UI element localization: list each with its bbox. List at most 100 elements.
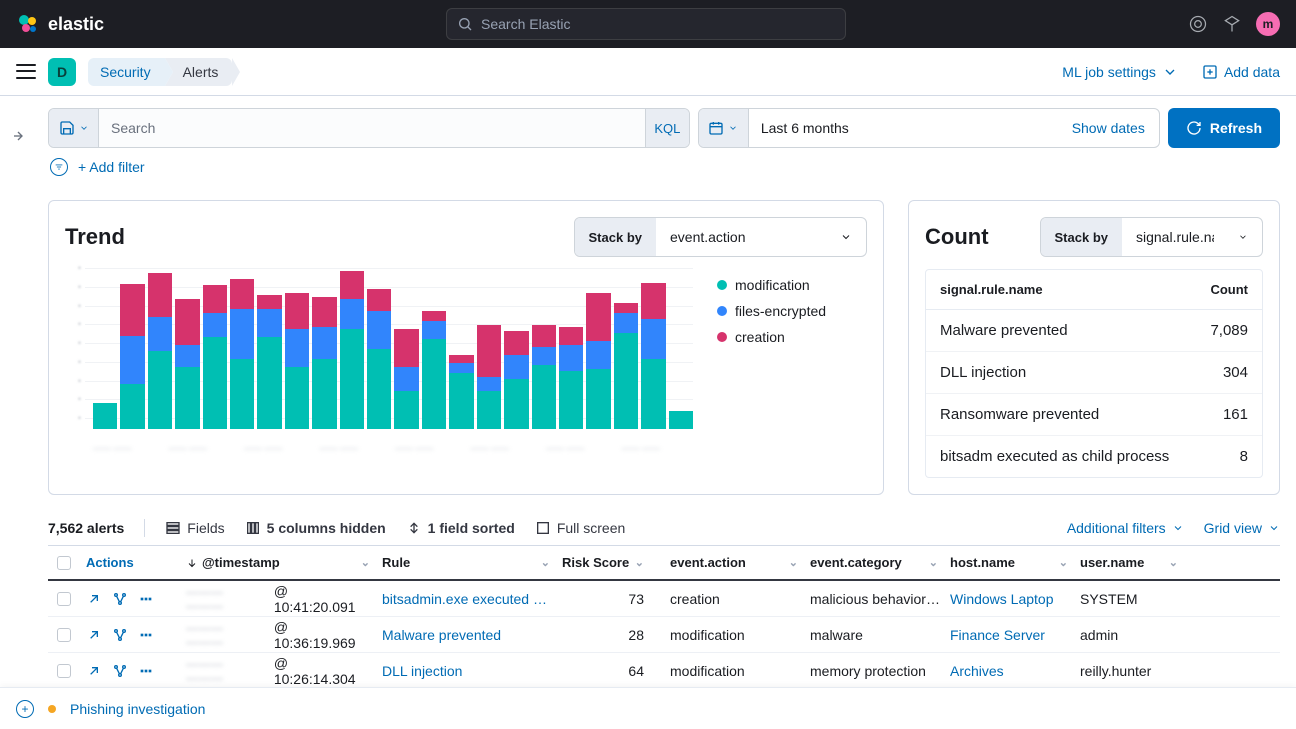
- more-actions-icon[interactable]: [138, 663, 154, 679]
- date-range-picker[interactable]: Last 6 months Show dates: [698, 108, 1160, 148]
- fields-button[interactable]: Fields: [165, 520, 224, 536]
- grid-view-button[interactable]: Grid view: [1204, 520, 1280, 536]
- analyze-icon[interactable]: [112, 591, 128, 607]
- col-event-category[interactable]: event.category⌄: [804, 555, 944, 570]
- expand-icon[interactable]: [86, 627, 102, 643]
- count-row[interactable]: Ransomware prevented161: [926, 393, 1262, 435]
- col-rule[interactable]: Rule⌄: [376, 555, 556, 570]
- trend-stackby-select[interactable]: Stack by event.action: [574, 217, 867, 257]
- field-sorted-button[interactable]: 1 field sorted: [406, 520, 515, 536]
- additional-filters-button[interactable]: Additional filters: [1067, 520, 1184, 536]
- count-row[interactable]: DLL injection304: [926, 351, 1262, 393]
- cell-rule[interactable]: bitsadmin.exe executed as …: [376, 591, 556, 607]
- analyze-icon[interactable]: [112, 627, 128, 643]
- col-timestamp[interactable]: @timestamp⌄: [180, 555, 376, 570]
- col-event-action[interactable]: event.action⌄: [664, 555, 804, 570]
- full-screen-button[interactable]: Full screen: [535, 520, 625, 536]
- cell-rule[interactable]: Malware prevented: [376, 627, 556, 643]
- cell-timestamp: ——— ——— @ 10:36:19.969: [180, 619, 376, 651]
- col-risk[interactable]: Risk Score⌄: [556, 555, 664, 570]
- select-all-checkbox[interactable]: [48, 556, 80, 570]
- alert-row: ——— ——— @ 10:26:14.304 DLL injection 64 …: [48, 653, 1280, 689]
- breadcrumb-alerts[interactable]: Alerts: [165, 58, 233, 86]
- count-stackby-select[interactable]: Stack by signal.rule.nam: [1040, 217, 1263, 257]
- global-search-input[interactable]: Search Elastic: [446, 8, 846, 40]
- legend-modification[interactable]: modification: [717, 277, 867, 293]
- saved-query-button[interactable]: [49, 109, 99, 147]
- date-range-text[interactable]: Last 6 months: [749, 109, 1058, 147]
- trend-bar[interactable]: [148, 273, 172, 429]
- trend-bar[interactable]: [641, 283, 665, 429]
- dot-icon: [717, 280, 727, 290]
- add-timeline-icon[interactable]: +: [16, 700, 34, 718]
- trend-bar[interactable]: [504, 331, 528, 429]
- query-language-button[interactable]: KQL: [645, 109, 689, 147]
- investigation-link[interactable]: Phishing investigation: [70, 701, 205, 717]
- expand-icon[interactable]: [86, 663, 102, 679]
- count-row[interactable]: Malware prevented7,089: [926, 310, 1262, 351]
- count-table: signal.rule.name Count Malware prevented…: [925, 269, 1263, 478]
- cell-host[interactable]: Windows Laptop: [944, 591, 1074, 607]
- trend-bar[interactable]: [340, 271, 364, 429]
- user-avatar[interactable]: m: [1256, 12, 1280, 36]
- query-input[interactable]: Search: [99, 109, 645, 147]
- trend-bar[interactable]: [257, 295, 281, 429]
- more-actions-icon[interactable]: [138, 591, 154, 607]
- trend-bar[interactable]: [203, 285, 227, 429]
- trend-bar[interactable]: [477, 325, 501, 429]
- col-host-name[interactable]: host.name⌄: [944, 555, 1074, 570]
- count-header-count[interactable]: Count: [1188, 282, 1248, 297]
- cell-host[interactable]: Archives: [944, 663, 1074, 679]
- show-dates-button[interactable]: Show dates: [1058, 109, 1159, 147]
- refresh-button[interactable]: Refresh: [1168, 108, 1280, 148]
- row-checkbox[interactable]: [48, 628, 80, 642]
- trend-bar[interactable]: [312, 297, 336, 429]
- count-header-name[interactable]: signal.rule.name: [940, 282, 1188, 297]
- trend-bar[interactable]: [586, 293, 610, 429]
- expand-icon[interactable]: [86, 591, 102, 607]
- elastic-logo[interactable]: elastic: [16, 12, 104, 36]
- trend-bar[interactable]: [532, 325, 556, 429]
- ml-job-settings-button[interactable]: ML job settings: [1062, 64, 1178, 80]
- chevron-down-icon: [1172, 522, 1184, 534]
- row-checkbox[interactable]: [48, 592, 80, 606]
- cell-rule[interactable]: DLL injection: [376, 663, 556, 679]
- count-row-name: bitsadm executed as child process: [940, 448, 1188, 465]
- col-user-name[interactable]: user.name⌄: [1074, 555, 1184, 570]
- trend-bar[interactable]: [559, 327, 583, 429]
- trend-bar[interactable]: [285, 293, 309, 429]
- cell-host[interactable]: Finance Server: [944, 627, 1074, 643]
- trend-bar[interactable]: [120, 284, 144, 429]
- legend-files-encrypted[interactable]: files-encrypted: [717, 303, 867, 319]
- legend-creation[interactable]: creation: [717, 329, 867, 345]
- add-filter-button[interactable]: + Add filter: [78, 159, 145, 175]
- columns-hidden-button[interactable]: 5 columns hidden: [245, 520, 386, 536]
- count-row[interactable]: bitsadm executed as child process8: [926, 435, 1262, 477]
- trend-bar[interactable]: [394, 329, 418, 429]
- trend-bar[interactable]: [422, 311, 446, 429]
- analyze-icon[interactable]: [112, 663, 128, 679]
- date-quick-select[interactable]: [699, 109, 749, 147]
- trend-bar[interactable]: [614, 303, 638, 429]
- expand-sidebar-icon[interactable]: [12, 128, 28, 144]
- trend-chart: ••••••••• —— ———— ———— ———— ———— ———— ——…: [65, 269, 693, 453]
- newsfeed-icon[interactable]: [1222, 14, 1242, 34]
- space-selector[interactable]: D: [48, 58, 76, 86]
- trend-bar[interactable]: [230, 279, 254, 429]
- row-checkbox[interactable]: [48, 664, 80, 678]
- kql-query-bar[interactable]: Search KQL: [48, 108, 690, 148]
- trend-bar[interactable]: [93, 403, 117, 429]
- nav-toggle-icon[interactable]: [16, 62, 36, 82]
- help-icon[interactable]: [1188, 14, 1208, 34]
- trend-bar[interactable]: [669, 411, 693, 429]
- count-row-name: DLL injection: [940, 364, 1188, 381]
- breadcrumb-security[interactable]: Security: [88, 58, 165, 86]
- alert-row: ——— ——— @ 10:41:20.091 bitsadmin.exe exe…: [48, 581, 1280, 617]
- col-actions[interactable]: Actions: [80, 555, 180, 570]
- add-data-button[interactable]: Add data: [1202, 64, 1280, 80]
- trend-bar[interactable]: [449, 355, 473, 429]
- more-actions-icon[interactable]: [138, 627, 154, 643]
- filter-options-icon[interactable]: [50, 158, 68, 176]
- trend-bar[interactable]: [175, 299, 199, 429]
- trend-bar[interactable]: [367, 289, 391, 429]
